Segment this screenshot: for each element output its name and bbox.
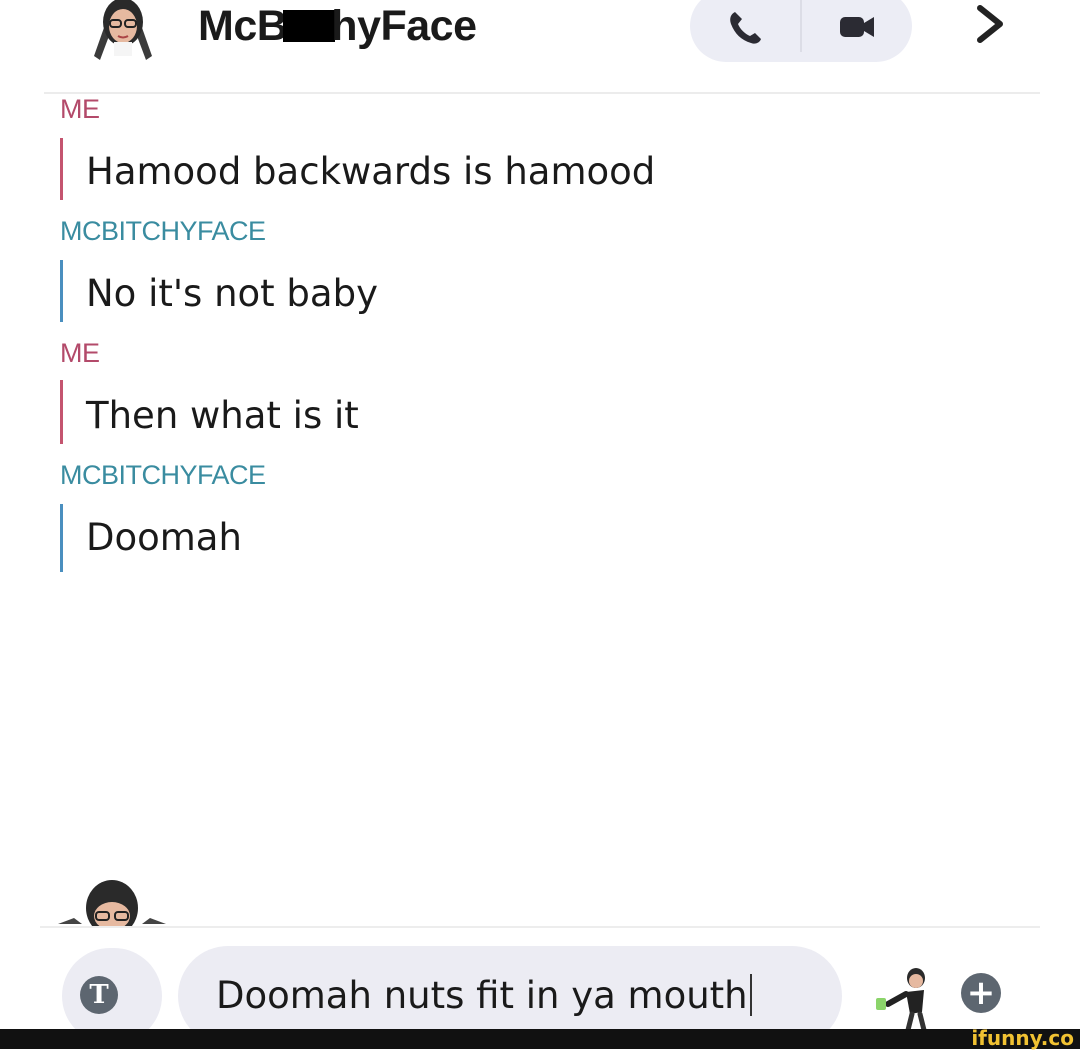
chevron-right-icon[interactable] [972, 2, 1008, 46]
message-accent-bar [60, 504, 63, 572]
text-caret [749, 974, 752, 1016]
sender-label: MCBITCHYFACE [60, 460, 266, 490]
message-text: Hamood backwards is hamood [86, 150, 656, 193]
header-divider [44, 92, 1040, 94]
sender-label: ME [60, 338, 100, 368]
text-format-icon: T [80, 976, 118, 1014]
watermark: ifunny.co [971, 1026, 1074, 1050]
sender-label: ME [60, 94, 100, 124]
call-actions-pill [690, 0, 912, 62]
message-input-value: Doomah nuts fit in ya mouth [216, 974, 752, 1017]
message-text: No it's not baby [86, 272, 378, 315]
message-text: Then what is it [86, 394, 359, 437]
message-accent-bar [60, 380, 63, 444]
message-accent-bar [60, 260, 63, 322]
watermark-bar [0, 1029, 1080, 1049]
typing-bitmoji-icon [58, 880, 166, 926]
add-plus-icon[interactable]: + [961, 973, 1001, 1013]
sender-label: MCBITCHYFACE [60, 216, 266, 246]
phone-icon[interactable] [725, 8, 765, 48]
message-text: Doomah [86, 516, 242, 559]
chat-title[interactable]: McB hyFace [198, 2, 477, 51]
video-camera-icon[interactable] [836, 10, 876, 42]
pill-divider [800, 0, 802, 52]
composer-divider [40, 926, 1040, 928]
avatar-bitmoji-icon[interactable] [86, 0, 160, 64]
message-accent-bar [60, 138, 63, 200]
chat-header: McB hyFace [0, 0, 1080, 92]
redaction-bar [283, 10, 336, 42]
bitmoji-sticker-button-icon[interactable] [866, 962, 938, 1034]
